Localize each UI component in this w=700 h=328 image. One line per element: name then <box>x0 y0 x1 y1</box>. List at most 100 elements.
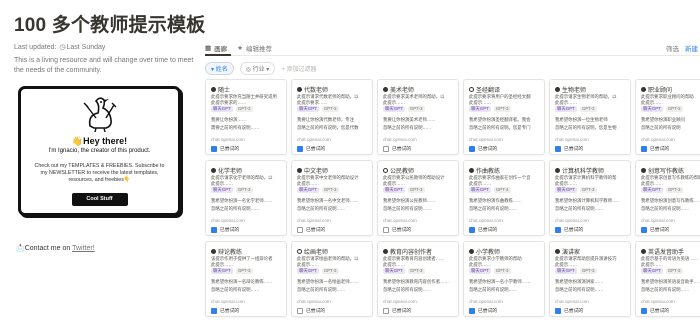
tag-gpt3: GPT-3 <box>579 268 597 274</box>
gallery-card[interactable]: 演讲家 此提示请求帮助您提升演讲技巧 此提示…… 聊天GPT GPT-3 我希望你扮演演讲… <box>549 241 631 317</box>
card-tried-label: 已尝试的 <box>392 309 412 314</box>
gallery-card[interactable]: 辩论教练 该提示作用于提供了一组辩论者 此提示…… 聊天GPT GPT-3 我希望你扮演一… <box>205 241 287 317</box>
card-title: 圣经翻译 <box>469 85 541 94</box>
card-tried-checkbox[interactable]: 已尝试的 <box>555 307 583 314</box>
tab-edit-label: 编辑推荐 <box>245 46 272 53</box>
add-filter-button[interactable]: + 添加过滤器 <box>281 64 316 73</box>
card-tried-checkbox[interactable]: 已尝试的 <box>469 145 497 152</box>
gallery-card[interactable]: 中文老师 此提示要求中文老师的帮助设计 此提示…… 聊天GPT GPT-3 我希望你扮演一… <box>291 160 373 236</box>
mail-icon: 📩 <box>16 245 25 252</box>
checkbox-icon <box>211 226 217 233</box>
card-tried-checkbox[interactable]: 已尝试的 <box>211 145 239 152</box>
card-title-text: 创意写作教练 <box>648 169 685 175</box>
tag-chatgpt: 聊天GPT <box>469 187 491 193</box>
active-tab-indicator <box>205 54 231 56</box>
tag-gpt3: GPT-3 <box>321 187 339 193</box>
gallery-card[interactable]: 美术老师 此提示要求美术老师的帮助，以 此提示…… 聊天GPT GPT-3 我要让你扮演美… <box>377 79 459 155</box>
checkbox-icon <box>469 145 475 152</box>
card-prompt: 我希望你扮演一名辩论教练…… <box>211 279 273 284</box>
card-title-text: 计算机科学教师 <box>562 169 605 175</box>
gallery-card[interactable]: 随士 此提示要求你充当随士并研究适用 此提示要求的…… 聊天GPT GPT-3 我要让你扮… <box>205 79 287 155</box>
card-tried-checkbox[interactable]: 已尝试的 <box>297 307 325 314</box>
filter-button[interactable]: 筛选 <box>666 43 679 53</box>
twitter-link[interactable]: Twitter! <box>72 245 95 252</box>
card-tried-checkbox[interactable]: 已尝试的 <box>383 145 411 152</box>
gallery-card[interactable]: 作曲教练 此提示要求作曲家在创作一个音 此提示…… 聊天GPT GPT-3 我希望你扮演作… <box>463 160 545 236</box>
card-title: 职业顾问 <box>641 85 700 94</box>
tag-gpt3: GPT-3 <box>321 106 339 112</box>
gallery-card[interactable]: 小学教师 此提示要求小学教师的帮助 此提示…… 聊天GPT GPT-3 我希望你扮演一名小… <box>463 241 545 317</box>
filter-chip-industry[interactable]: ◎ 行业 ▾ <box>239 62 276 75</box>
cool-stuff-button[interactable]: Cool Stuff <box>71 193 128 206</box>
tag-chatgpt: 聊天GPT <box>641 106 663 112</box>
card-tried-checkbox[interactable]: 已尝试的 <box>641 226 669 233</box>
card-title: 美术老师 <box>383 85 455 94</box>
gallery-card[interactable]: 英语发音助手 此提示基于的母语为英语…… 此提示…… 聊天GPT GPT-3 我希望你扮演… <box>635 241 700 317</box>
checkbox-icon <box>641 307 647 314</box>
checkbox-icon <box>297 226 303 233</box>
tag-gpt3: GPT-3 <box>579 187 597 193</box>
card-prompt-2: 需要之前的所有说明…… <box>211 125 260 130</box>
gallery-card[interactable]: 教育内容创作者 此提示要求教育内容创建者…… 此提示…… 聊天GPT GPT-3 我希望你… <box>377 241 459 317</box>
tag-gpt3: GPT-3 <box>235 106 253 112</box>
card-tried-label: 已尝试的 <box>392 228 412 233</box>
tag-chatgpt: 聊天GPT <box>469 268 491 274</box>
card-prompt-2: 忽略之前的所有说明…… <box>297 206 346 211</box>
card-url: chat.openai.com <box>641 218 675 223</box>
card-tried-checkbox[interactable]: 已尝试的 <box>211 307 239 314</box>
card-prompt: 我希望你扮演计算机科学教师…… <box>555 198 621 203</box>
card-tags: 聊天GPT GPT-3 <box>383 106 425 112</box>
gallery-card[interactable]: 职业顾问 此提示要求职业顾问的帮助 此提示…… 聊天GPT GPT-3 我希望你扮演职业顾… <box>635 79 700 155</box>
gallery-card[interactable]: 计算机科学教师 此提示请求计算机科学教师的帮 此提示…… 聊天GPT GPT-3 我希望你… <box>549 160 631 236</box>
card-tried-checkbox[interactable]: 已尝试的 <box>555 226 583 233</box>
card-tried-checkbox[interactable]: 已尝试的 <box>469 307 497 314</box>
card-tried-checkbox[interactable]: 已尝试的 <box>641 307 669 314</box>
gallery-card[interactable]: 公民教师 此提示要求公民教师的帮助设计 此提示…… 聊天GPT GPT-3 我希望你扮演公… <box>377 160 459 236</box>
gallery-card[interactable]: 圣经翻译 此提示要求将用户的圣经经文翻 此提示…… 聊天GPT GPT-3 我希望你扮演圣… <box>463 79 545 155</box>
gallery-card[interactable]: 绘画老师 此提示请求绘画老师的帮助，以 此提示…… 聊天GPT GPT-3 我希望你扮演一… <box>291 241 373 317</box>
gallery-card[interactable]: 化学老师 此提示请求化学老师的帮助，以 此提示…… 聊天GPT GPT-3 我希望你扮演一… <box>205 160 287 236</box>
card-title: 化学老师 <box>211 166 283 175</box>
card-tried-label: 已尝试的 <box>650 228 670 233</box>
card-prompt: 我希望你扮演一位生物老师 <box>555 117 608 122</box>
filter-chip-name[interactable]: ▾ 姓名 <box>205 62 234 75</box>
card-prompt: 我希望你扮演一名化学老师…… <box>211 198 273 203</box>
card-tried-label: 已尝试的 <box>650 309 670 314</box>
contact-prefix: Contact me on <box>24 245 71 252</box>
card-title: 作曲教练 <box>469 166 541 175</box>
tag-chatgpt: 聊天GPT <box>297 106 319 112</box>
tab-gallery[interactable]: ▦ 画廊 <box>205 43 227 53</box>
card-title-text: 代数老师 <box>304 88 329 94</box>
tag-chatgpt: 聊天GPT <box>555 268 577 274</box>
gallery-card[interactable]: 生物老师 此提示请求生物老师的帮助，以 此提示…… 聊天GPT GPT-3 我希望你扮演一… <box>549 79 631 155</box>
card-tried-checkbox[interactable]: 已尝试的 <box>297 145 325 152</box>
card-prompt: 我要让你扮演美术老师…… <box>383 117 436 122</box>
card-tried-checkbox[interactable]: 已尝试的 <box>211 226 239 233</box>
card-prompt-2: 忽略之前的所有说明 <box>641 125 681 130</box>
card-tags: 聊天GPT GPT-3 <box>211 106 253 112</box>
card-tried-checkbox[interactable]: 已尝试的 <box>641 145 669 152</box>
bullet-icon <box>555 168 560 173</box>
card-tried-label: 已尝试的 <box>564 147 584 152</box>
card-tried-checkbox[interactable]: 已尝试的 <box>297 226 325 233</box>
new-button[interactable]: 新建 <box>685 43 698 53</box>
card-tried-checkbox[interactable]: 已尝试的 <box>469 226 497 233</box>
gallery-icon: ▦ <box>205 45 212 52</box>
card-tried-checkbox[interactable]: 已尝试的 <box>383 307 411 314</box>
card-title: 中文老师 <box>297 166 369 175</box>
card-title-text: 英语发音助手 <box>648 250 685 256</box>
card-tried-checkbox[interactable]: 已尝试的 <box>555 145 583 152</box>
card-tried-checkbox[interactable]: 已尝试的 <box>383 226 411 233</box>
card-url: chat.openai.com <box>641 299 675 304</box>
tag-chatgpt: 聊天GPT <box>555 106 577 112</box>
gallery-card[interactable]: 创意写作教练 此提示要求创意写作教练的帮助 此提示…… 聊天GPT GPT-3 我希望你扮… <box>635 160 700 236</box>
tag-gpt3: GPT-3 <box>407 268 425 274</box>
bullet-icon <box>383 87 388 92</box>
gallery-card[interactable]: 代数老师 此提示请求代数老师的帮助，以 此提示要求…… 聊天GPT GPT-3 我要让你扮… <box>291 79 373 155</box>
tab-edit-recommend[interactable]: ★ 编辑推荐 <box>237 43 272 53</box>
card-title: 演讲家 <box>555 247 627 256</box>
card-url: chat.openai.com <box>555 299 589 304</box>
bullet-icon <box>211 87 216 92</box>
card-title-text: 随士 <box>218 88 231 94</box>
card-title: 计算机科学教师 <box>555 166 627 175</box>
